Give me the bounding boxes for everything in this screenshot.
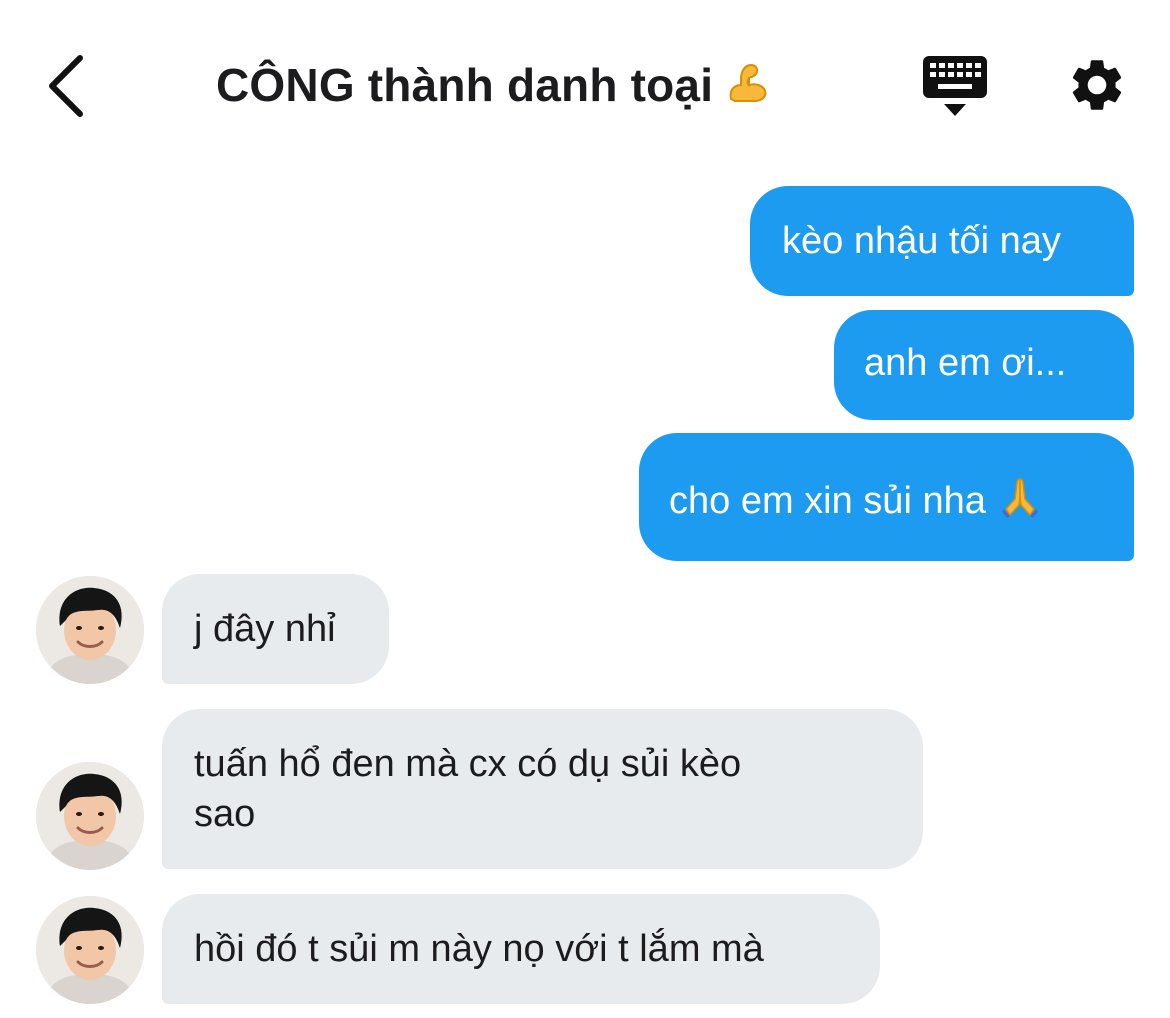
avatar[interactable] [36, 576, 144, 684]
user-avatar-icon [36, 896, 144, 1004]
message-bubble-outgoing[interactable]: kèo nhậu tối nay [750, 186, 1134, 296]
flexed-biceps-icon [725, 59, 771, 116]
avatar[interactable] [36, 896, 144, 1004]
keyboard-icon [923, 56, 987, 116]
avatar[interactable] [36, 762, 144, 870]
message-bubble-outgoing[interactable]: cho em xin sủi nha [639, 433, 1134, 561]
user-avatar-icon [36, 762, 144, 870]
message-bubble-incoming[interactable]: tuấn hổ đen mà cx có dụ sủi kèo sao [162, 709, 923, 869]
chat-title: CÔNG thành danh toại [216, 58, 771, 116]
message-bubble-outgoing[interactable]: anh em ơi... [834, 310, 1134, 420]
user-avatar-icon [36, 576, 144, 684]
message-text-line-2: sao [194, 793, 256, 835]
message-text-line-1: tuấn hổ đen mà cx có dụ sủi kèo [194, 743, 742, 785]
chevron-left-icon [49, 55, 83, 117]
chat-header: CÔNG thành danh toại [0, 0, 1170, 170]
message-text: anh em ơi... [864, 342, 1067, 384]
message-text: hồi đó t sủi m này nọ với t lắm mà [194, 928, 764, 970]
folded-hands-icon [998, 475, 1042, 532]
message-bubble-incoming[interactable]: hồi đó t sủi m này nọ với t lắm mà [162, 894, 880, 1004]
back-button[interactable] [40, 52, 100, 120]
message-text: kèo nhậu tối nay [782, 220, 1061, 262]
settings-button[interactable] [1066, 54, 1128, 116]
keyboard-button[interactable] [920, 54, 990, 120]
message-text: j đây nhỉ [194, 608, 336, 650]
gear-icon [1072, 60, 1122, 110]
chat-title-text: CÔNG thành danh toại [216, 59, 714, 111]
message-text: cho em xin sủi nha [669, 480, 986, 522]
message-bubble-incoming[interactable]: j đây nhỉ [162, 574, 389, 684]
